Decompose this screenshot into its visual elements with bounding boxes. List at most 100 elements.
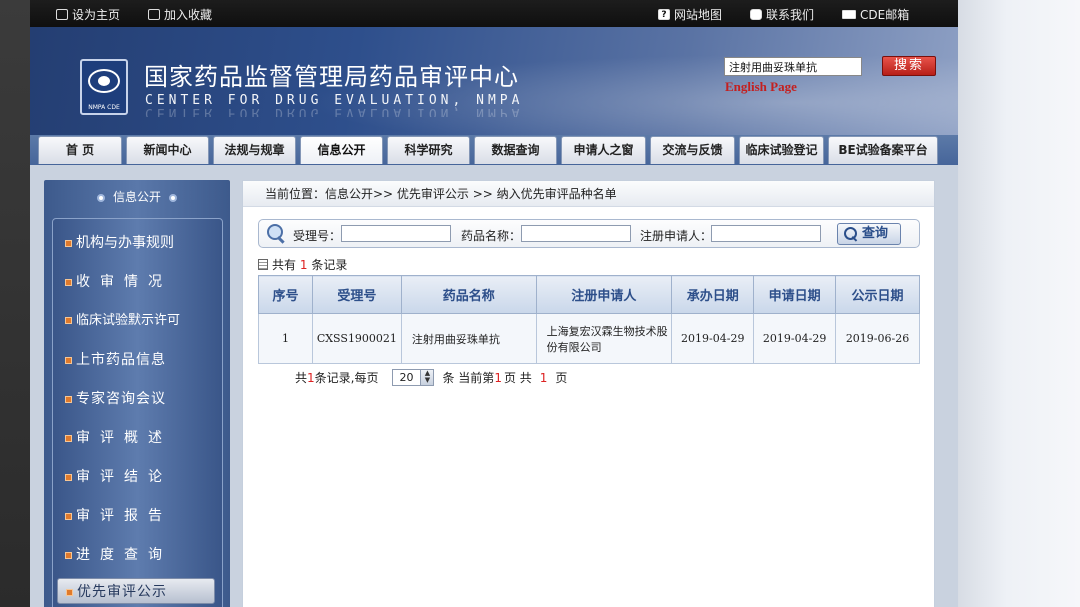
- sidebar-item-rules[interactable]: 机构与办事规则: [65, 230, 215, 256]
- tab-applicant[interactable]: 申请人之窗: [561, 136, 646, 164]
- main-content: 当前位置：信息公开>> 优先审评公示 >> 纳入优先审评品种名单 受理号： 药品…: [242, 180, 935, 607]
- set-home-label: 设为主页: [72, 8, 121, 22]
- tab-info-disclosure[interactable]: 信息公开: [300, 136, 383, 164]
- sidebar-item-label: 进度查询: [76, 547, 172, 563]
- site-search-button[interactable]: 搜索: [882, 56, 936, 76]
- site-search-input[interactable]: [724, 57, 862, 76]
- add-favorite-label: 加入收藏: [164, 8, 213, 22]
- cde-website: 设为主页 加入收藏 ? 网站地图 联系我们 CDE邮箱 NMPA CDE 国家药…: [30, 0, 958, 607]
- tab-regulations[interactable]: 法规与规章: [213, 136, 296, 164]
- table-header-row: 序号 受理号 药品名称 注册申请人 承办日期 申请日期 公示日期: [258, 275, 920, 314]
- pager-total-count: 1: [307, 370, 315, 385]
- sidebar-title: 信息公开: [112, 190, 161, 204]
- sidebar-item-review-overview[interactable]: 审评概述: [65, 425, 215, 451]
- bullet-icon: [96, 193, 105, 202]
- tab-feedback[interactable]: 交流与反馈: [650, 136, 735, 164]
- site-title-cn: 国家药品监督管理局药品审评中心: [144, 63, 519, 91]
- tab-be-filing[interactable]: BE试验备案平台: [828, 136, 938, 164]
- cde-mail-label: CDE邮箱: [860, 8, 910, 22]
- sidebar-item-review-report[interactable]: 审评报告: [65, 503, 215, 529]
- logo-caption: NMPA CDE: [88, 104, 120, 111]
- square-bullet-icon: [65, 551, 72, 559]
- cell-no: 1: [258, 313, 313, 364]
- sidebar-item-priority-review[interactable]: 优先审评公示: [57, 578, 215, 604]
- pager-total-prefix: 共: [295, 371, 308, 385]
- page-size-value: 20: [399, 371, 414, 384]
- site-title-en: CENTER FOR DRUG EVALUATION, NMPA: [145, 93, 524, 108]
- search-icon: [267, 224, 287, 244]
- sidebar-item-label: 上市药品信息: [76, 352, 166, 368]
- sidebar-item-label: 临床试验默示许可: [76, 313, 181, 328]
- bullet-icon: [169, 193, 177, 202]
- col-header-handle-date: 承办日期: [671, 275, 755, 314]
- cell-publish-date: 2019-06-26: [835, 313, 920, 364]
- table-row[interactable]: 1 CXSS1900021 注射用曲妥珠单抗 上海复宏汉霖生物技术股份有限公司 …: [258, 313, 920, 364]
- sidebar-item-intake-status[interactable]: 收审情况: [65, 269, 215, 295]
- cell-handle-date: 2019-04-29: [671, 313, 755, 364]
- window-right-background: [958, 0, 1080, 607]
- square-bullet-icon: [65, 473, 72, 481]
- mail-icon: [842, 10, 856, 19]
- col-header-applicant: 注册申请人: [535, 275, 673, 314]
- contact-label: 联系我们: [766, 8, 815, 22]
- add-favorite-link[interactable]: 加入收藏: [148, 6, 212, 23]
- square-bullet-icon: [65, 395, 72, 403]
- record-count-value: 1: [299, 258, 308, 272]
- applicant-input[interactable]: [711, 225, 821, 242]
- square-bullet-icon: [65, 512, 72, 520]
- query-button[interactable]: 查询: [837, 223, 901, 245]
- contact-link[interactable]: 联系我们: [750, 6, 814, 23]
- tab-news[interactable]: 新闻中心: [126, 136, 209, 164]
- cde-mail-link[interactable]: CDE邮箱: [842, 6, 909, 23]
- page-size-select[interactable]: 20 ▲ ▼: [392, 369, 435, 386]
- pager-page-end: 页: [555, 371, 568, 385]
- drug-name-input[interactable]: [521, 225, 631, 242]
- tab-home[interactable]: 首 页: [38, 136, 122, 164]
- cell-applicant: 上海复宏汉霖生物技术股份有限公司: [535, 313, 673, 364]
- pager-total-suffix: 条记录,每页: [314, 371, 379, 385]
- sidebar-item-expert-meeting[interactable]: 专家咨询会议: [65, 386, 215, 412]
- sidebar-item-review-conclusion[interactable]: 审评结论: [65, 464, 215, 490]
- sidebar-header: 信息公开: [44, 180, 230, 212]
- main-nav: 首 页 新闻中心 法规与规章 信息公开 科学研究 数据查询 申请人之窗 交流与反…: [30, 135, 958, 165]
- english-page-link[interactable]: English Page: [725, 79, 797, 95]
- header-banner: NMPA CDE 国家药品监督管理局药品审评中心 CENTER FOR DRUG…: [30, 27, 958, 135]
- sidebar-item-label: 机构与办事规则: [76, 235, 174, 251]
- magnifier-icon: [844, 227, 858, 241]
- col-header-drug-name: 药品名称: [400, 275, 537, 314]
- col-header-no: 序号: [258, 275, 313, 314]
- tab-data-query[interactable]: 数据查询: [474, 136, 557, 164]
- site-title-en-reflection: CENTER FOR DRUG EVALUATION, NMPA: [145, 107, 524, 117]
- drug-name-label: 药品名称：: [461, 229, 522, 243]
- spinner-arrows-icon[interactable]: ▲ ▼: [420, 370, 434, 385]
- breadcrumb: 当前位置：信息公开>> 优先审评公示 >> 纳入优先审评品种名单: [243, 181, 934, 207]
- sidebar-item-implied-approval[interactable]: 临床试验默示许可: [65, 308, 215, 334]
- home-icon: [56, 9, 68, 20]
- site-map-link[interactable]: ? 网站地图: [658, 6, 722, 23]
- record-count-prefix: 共有: [272, 258, 297, 272]
- set-home-link[interactable]: 设为主页: [56, 6, 120, 23]
- sidebar-item-label: 优先审评公示: [77, 584, 167, 600]
- bookmark-icon: [148, 9, 160, 20]
- site-map-label: 网站地图: [674, 8, 723, 22]
- query-button-label: 查询: [862, 226, 889, 241]
- question-icon: ?: [658, 9, 670, 20]
- tab-research[interactable]: 科学研究: [387, 136, 470, 164]
- pagination: 共 1 条记录,每页 20 ▲ ▼ 条 当前第 1 页 共 1 页: [295, 369, 567, 386]
- pager-total-pages: 1: [539, 370, 548, 385]
- phone-icon: [750, 9, 762, 20]
- cell-accept-no[interactable]: CXSS1900021: [311, 313, 402, 364]
- square-bullet-icon: [65, 278, 72, 286]
- pager-current-page: 1: [494, 370, 502, 385]
- sidebar-item-label: 审评概述: [76, 430, 172, 446]
- accept-no-input[interactable]: [341, 225, 451, 242]
- pager-unit: 条 当前第: [442, 371, 495, 385]
- sidebar-item-label: 收审情况: [76, 274, 172, 290]
- window-left-edge: [0, 0, 30, 607]
- tab-clinical-trial-registry[interactable]: 临床试验登记: [739, 136, 824, 164]
- nmpa-logo[interactable]: NMPA CDE: [80, 59, 128, 115]
- square-bullet-icon: [66, 588, 73, 596]
- sidebar-item-marketed-drugs[interactable]: 上市药品信息: [65, 347, 215, 373]
- sidebar-item-progress-query[interactable]: 进度查询: [65, 542, 215, 568]
- record-count: 共有 1 条记录: [258, 256, 347, 273]
